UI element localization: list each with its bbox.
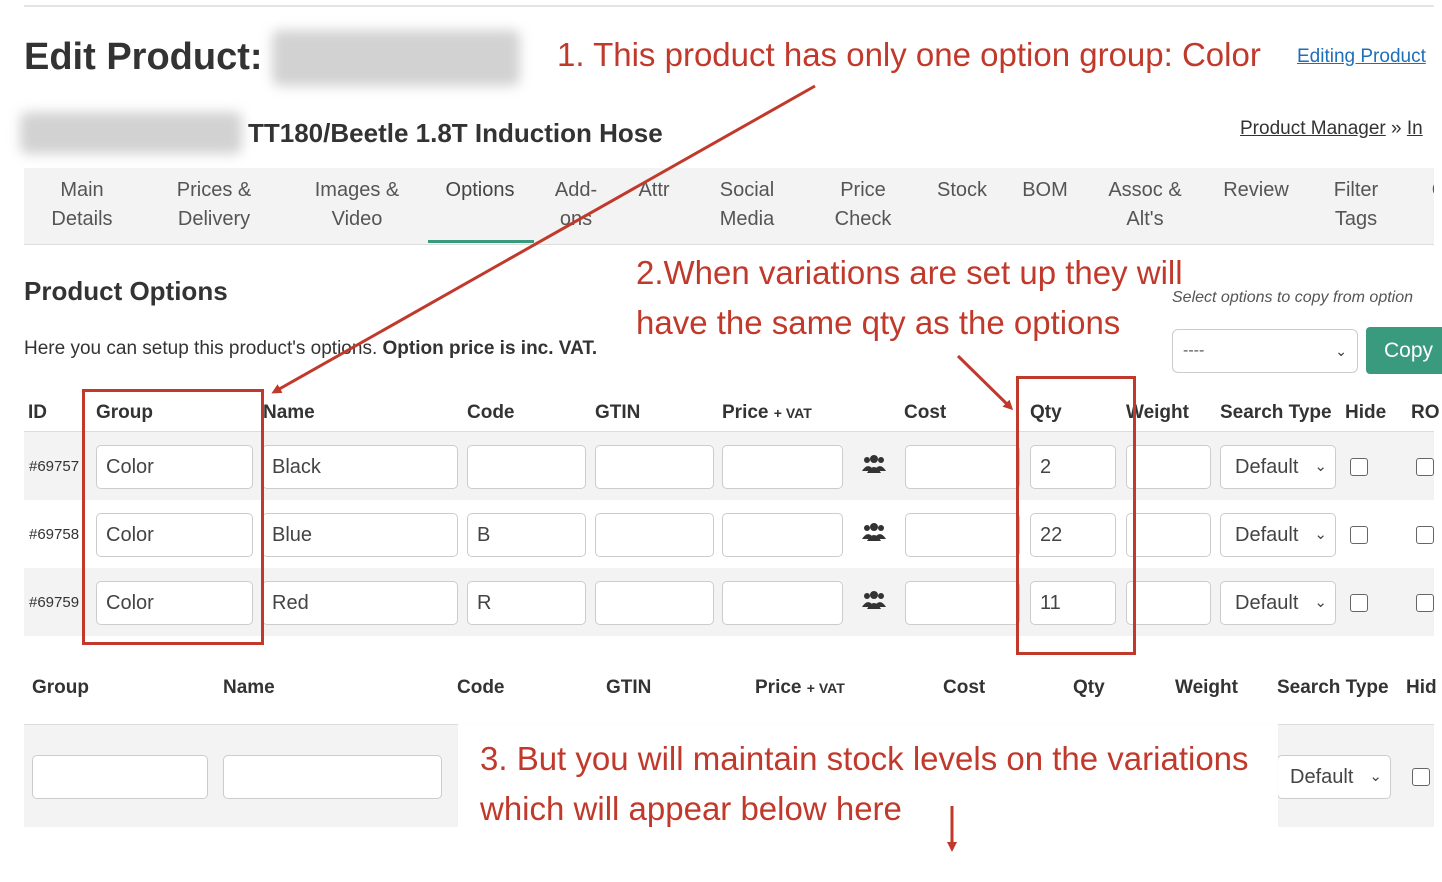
arrow-to-qty-column (956, 354, 1014, 411)
annotation-note-2-line-2: have the same qty as the options (636, 304, 1121, 341)
annotation-note-1: 1. This product has only one option grou… (557, 36, 1261, 73)
annotation-note-3-line-1: 3. But you will maintain stock levels on… (480, 740, 1249, 777)
annotation-note-2-line-1: 2.When variations are set up they will (636, 254, 1183, 291)
annotation-note-3-line-2: which will appear below here (480, 790, 902, 827)
